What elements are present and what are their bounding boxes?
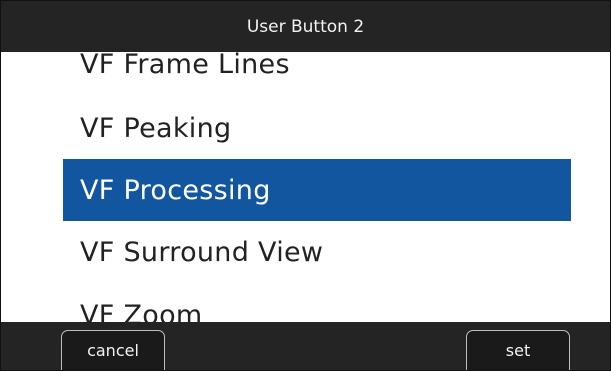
menu-item-label: VF Processing (80, 174, 271, 206)
title-bar: User Button 2 (1, 1, 610, 52)
menu-item-vf-peaking[interactable]: VF Peaking (63, 97, 571, 159)
menu-list[interactable]: VF Frame Lines VF Peaking VF Processing … (1, 1, 610, 370)
set-button-label: set (505, 341, 531, 360)
softkey-bar: cancel set (1, 322, 610, 370)
camera-menu-screen: VF Frame Lines VF Peaking VF Processing … (0, 0, 611, 371)
set-button[interactable]: set (466, 330, 570, 370)
menu-item-label: VF Peaking (80, 112, 232, 144)
page-title: User Button 2 (246, 16, 365, 37)
menu-item-label: VF Frame Lines (80, 48, 290, 80)
cancel-button[interactable]: cancel (61, 330, 165, 370)
menu-item-vf-processing[interactable]: VF Processing (63, 159, 571, 221)
cancel-button-label: cancel (87, 341, 139, 360)
menu-item-vf-surround-view[interactable]: VF Surround View (63, 221, 571, 283)
menu-item-label: VF Surround View (80, 236, 324, 268)
